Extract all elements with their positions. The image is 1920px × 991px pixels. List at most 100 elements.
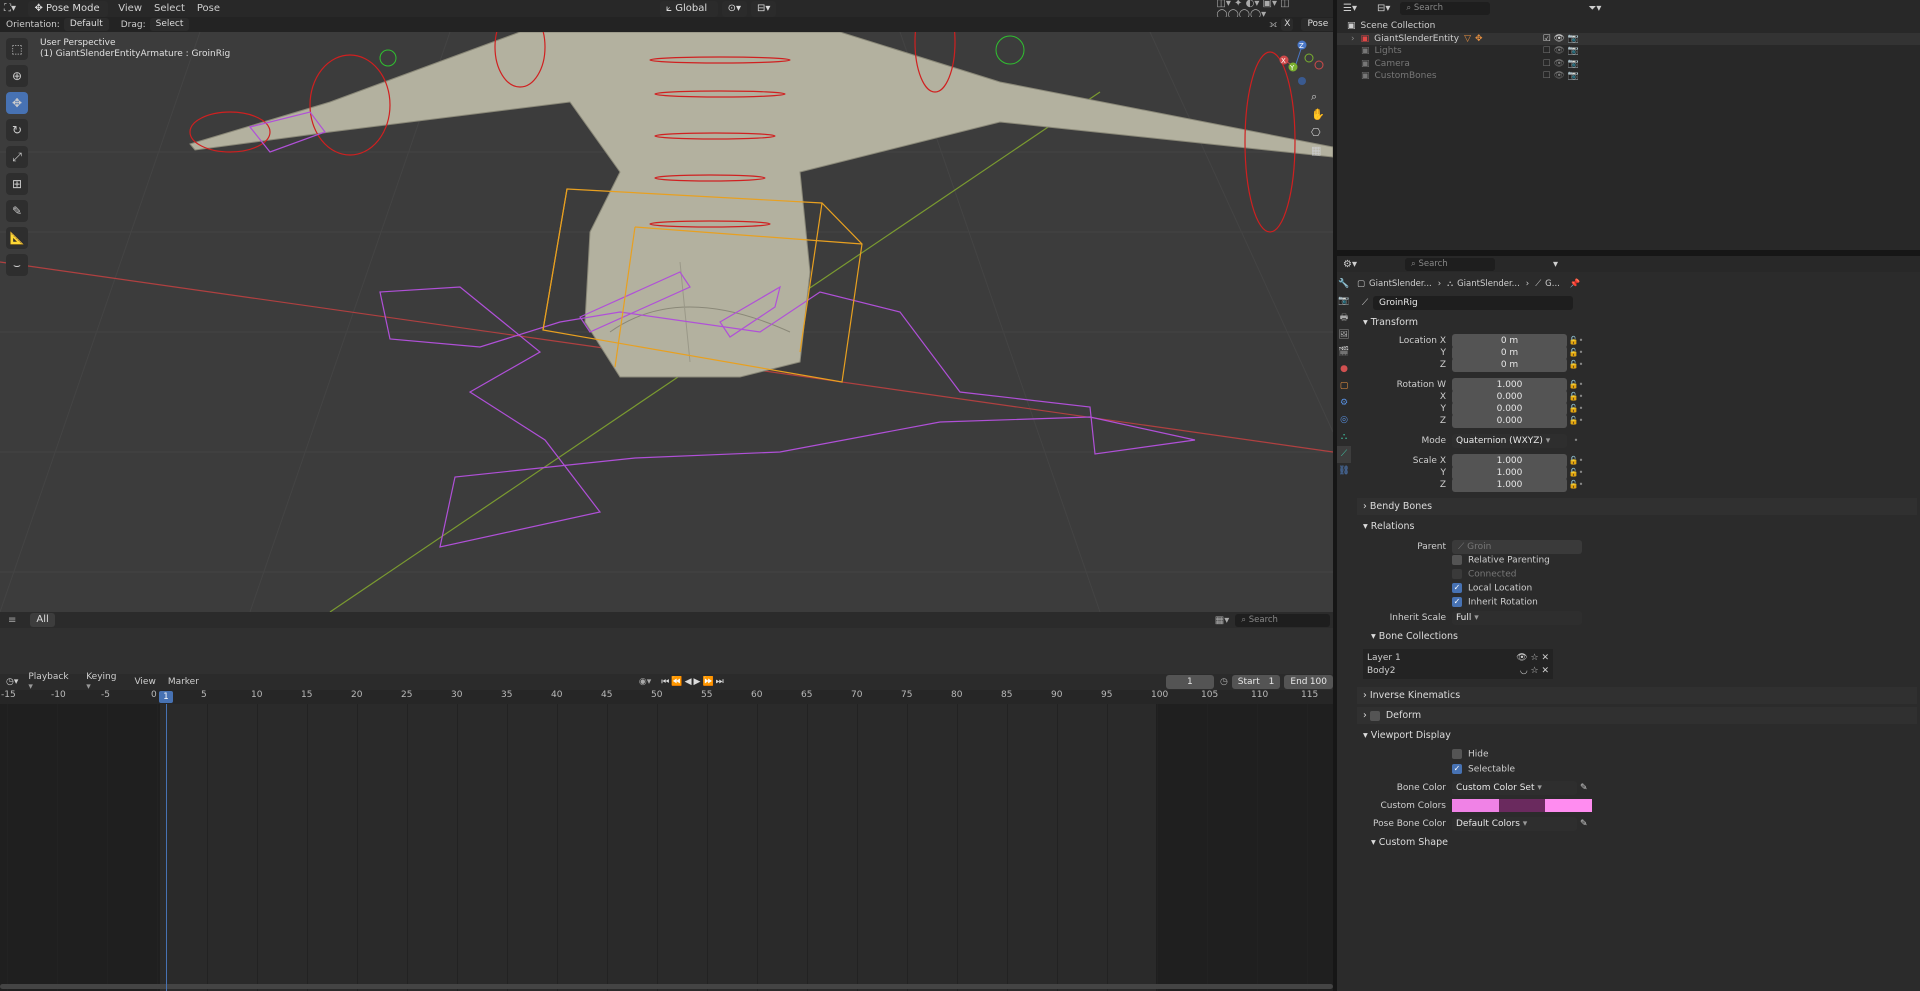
pivot-icon[interactable]: ⊙▾ [721, 0, 747, 17]
inverse-kinematics-panel-header[interactable]: › Inverse Kinematics [1357, 687, 1917, 704]
collection-row-icons[interactable]: ◡ ☆ ✕ [1520, 666, 1549, 676]
lock-keyframe-icons[interactable]: 🔓• [1567, 480, 1585, 489]
parent-field[interactable]: ⟋ Groin [1452, 539, 1582, 554]
bone-constraint-tab-icon[interactable]: ⛓ [1337, 463, 1351, 480]
bone-name-field[interactable]: GroinRig [1373, 295, 1573, 310]
menu-view[interactable]: View [118, 3, 142, 14]
bendy-bones-panel-header[interactable]: › Bendy Bones [1357, 498, 1917, 515]
rotate-icon[interactable]: ↻ [6, 119, 28, 141]
object-tab-icon[interactable]: ▢ [1337, 378, 1351, 395]
snap-icon[interactable]: ⊟▾ [750, 0, 777, 17]
editor-type-icon[interactable]: ⛶▾ [4, 3, 22, 14]
menu-timeline-view[interactable]: View [134, 677, 155, 687]
transform-panel-header[interactable]: ▾ Transform [1357, 314, 1917, 331]
lock-keyframe-icons[interactable]: 🔓• [1567, 416, 1585, 425]
playhead[interactable]: 1 [159, 691, 173, 703]
location-z-field[interactable]: 0 m [1452, 357, 1567, 372]
properties-editor-icon[interactable]: ⚙▾ [1343, 259, 1357, 270]
lock-keyframe-icons[interactable]: 🔓• [1567, 380, 1585, 389]
mode-dropdown[interactable]: ✥ Pose Mode [28, 0, 109, 17]
selectable-checkbox[interactable]: ✓ Selectable [1452, 764, 1515, 775]
data-tab-icon[interactable]: ⛬ [1337, 429, 1351, 446]
connected-checkbox[interactable]: Connected [1452, 569, 1516, 580]
end-frame-field[interactable]: End 100 [1284, 675, 1334, 689]
measure-icon[interactable]: 📐 [6, 227, 28, 249]
menu-pose[interactable]: Pose [197, 3, 220, 14]
asset-tab-all[interactable]: All [30, 613, 55, 627]
render-tab-icon[interactable]: 📷 [1337, 293, 1351, 310]
asset-search-input[interactable]: ⌕ Search [1235, 613, 1331, 627]
timeline-body[interactable] [0, 704, 1333, 991]
cursor-icon[interactable]: ⊕ [6, 65, 28, 87]
lock-keyframe-icons[interactable]: 🔓• [1567, 348, 1585, 357]
transform-orientation-dropdown[interactable]: ⟀ Global [660, 0, 718, 17]
lock-keyframe-icons[interactable]: 🔓• [1567, 456, 1585, 465]
relative-parenting-checkbox[interactable]: Relative Parenting [1452, 555, 1550, 566]
visibility-icons[interactable]: ☐ 👁 📷 [1543, 58, 1579, 71]
navigation-gizmo[interactable]: X Y Z [1278, 40, 1328, 90]
inherit-rotation-checkbox[interactable]: ✓ Inherit Rotation [1452, 597, 1538, 608]
scene-tab-icon[interactable]: 🎬 [1337, 344, 1351, 361]
asset-view-icon[interactable]: ▦▾ [1215, 615, 1229, 626]
inherit-scale-dropdown[interactable]: Full [1452, 610, 1582, 625]
outliner-display-icon[interactable]: ⊟▾ [1377, 3, 1390, 14]
color-swatch-normal[interactable] [1452, 799, 1499, 812]
world-tab-icon[interactable]: ● [1337, 361, 1351, 378]
visibility-icons[interactable]: ☑ 👁 📷 [1543, 33, 1579, 46]
scale-icon[interactable]: ⤢ [6, 146, 28, 168]
outliner-search-input[interactable]: ⌕ Search [1400, 2, 1491, 15]
pin-icon[interactable]: 📌 [1570, 279, 1581, 289]
transform-icon[interactable]: ⊞ [6, 173, 28, 195]
view-layer-tab-icon[interactable]: 🖼 [1337, 327, 1351, 344]
pan-hand-icon[interactable]: ✋ [1311, 106, 1325, 124]
custom-shape-header[interactable]: ▾ Custom Shape [1357, 834, 1917, 851]
menu-marker[interactable]: Marker [168, 677, 199, 687]
annotate-icon[interactable]: ✎ [6, 200, 28, 222]
outliner-editor-icon[interactable]: ☰▾ [1343, 3, 1357, 14]
menu-playback[interactable]: Playback [28, 672, 74, 692]
lock-keyframe-icons[interactable]: 🔓• [1567, 404, 1585, 413]
pose-bone-color-dropdown[interactable]: Default Colors [1452, 816, 1577, 831]
scale-z-field[interactable]: 1.000 [1452, 477, 1567, 492]
filter-icon[interactable]: ⏷▾ [1588, 3, 1601, 14]
visibility-icons[interactable]: ☐ 👁 📷 [1543, 70, 1579, 83]
orientation-dropdown[interactable]: Default [63, 18, 109, 31]
camera-icon[interactable]: ⎔ [1311, 124, 1325, 142]
lock-keyframe-icons[interactable]: 🔓• [1567, 392, 1585, 401]
area-divider-horizontal[interactable] [1337, 250, 1920, 256]
expand-arrow-icon[interactable]: › [1351, 33, 1355, 46]
grid-icon[interactable]: ▦ [1311, 142, 1325, 160]
deform-panel-header[interactable]: › Deform [1357, 707, 1917, 724]
drag-dropdown[interactable]: Select Box [149, 18, 190, 42]
3d-viewport[interactable]: ⬚ ⊕ ✥ ↻ ⤢ ⊞ ✎ 📐 ⌣ User Perspective (1) G… [0, 32, 1333, 612]
lock-keyframe-icons[interactable]: 🔓• [1567, 468, 1585, 477]
zoom-icon[interactable]: ⌕ [1311, 88, 1325, 106]
playhead-line[interactable] [166, 704, 167, 991]
menu-keying[interactable]: Keying [86, 672, 122, 692]
visibility-icons[interactable]: ☐ 👁 📷 [1543, 45, 1579, 58]
playback-controls[interactable]: ⏮⏪◀▶⏩⏭ [661, 677, 725, 687]
outliner-item-entity[interactable]: › ▣ GiantSlenderEntity ▽ ✥ ☑ 👁 📷 [1337, 32, 1920, 46]
bone-tab-icon[interactable]: ⟋ [1337, 446, 1351, 463]
area-divider-vertical[interactable] [1333, 0, 1337, 991]
collection-row-icons[interactable]: 👁 ☆ ✕ [1516, 653, 1549, 663]
timeline-ruler[interactable]: -15 -10 -5 0 5 10 15 20 25 30 35 40 45 50 55 60 65 70 75 80… [0, 690, 1333, 704]
outliner-item-custombones[interactable]: ▣ CustomBones ☐ 👁 📷 [1337, 70, 1920, 83]
tool-tab-icon[interactable]: 🔧 [1337, 276, 1351, 293]
output-tab-icon[interactable]: 🖶 [1337, 310, 1351, 327]
rotation-z-field[interactable]: 0.000 [1452, 413, 1567, 428]
eyedropper-icon[interactable]: ✎ [1580, 783, 1588, 793]
viewport-display-panel-header[interactable]: ▾ Viewport Display [1357, 727, 1917, 744]
physics-tab-icon[interactable]: ◎ [1337, 412, 1351, 429]
relations-panel-header[interactable]: ▾ Relations [1357, 518, 1917, 535]
lock-keyframe-icons[interactable]: 🔓• [1567, 336, 1585, 345]
rotation-mode-dropdown[interactable]: Quaternion (WXYZ) [1452, 433, 1567, 448]
collection-item-layer1[interactable]: Layer 1 👁 ☆ ✕ [1363, 651, 1553, 664]
outliner-item-camera[interactable]: ▣ Camera ☐ 👁 📷 [1337, 58, 1920, 71]
lock-keyframe-icons[interactable]: 🔓• [1567, 360, 1585, 369]
local-location-checkbox[interactable]: ✓ Local Location [1452, 583, 1532, 594]
x-mirror-button[interactable]: X [1281, 18, 1294, 31]
menu-select[interactable]: Select [154, 3, 185, 14]
bone-color-dropdown[interactable]: Custom Color Set [1452, 780, 1577, 795]
timeline-editor-icon[interactable]: ◷▾ [6, 677, 18, 687]
